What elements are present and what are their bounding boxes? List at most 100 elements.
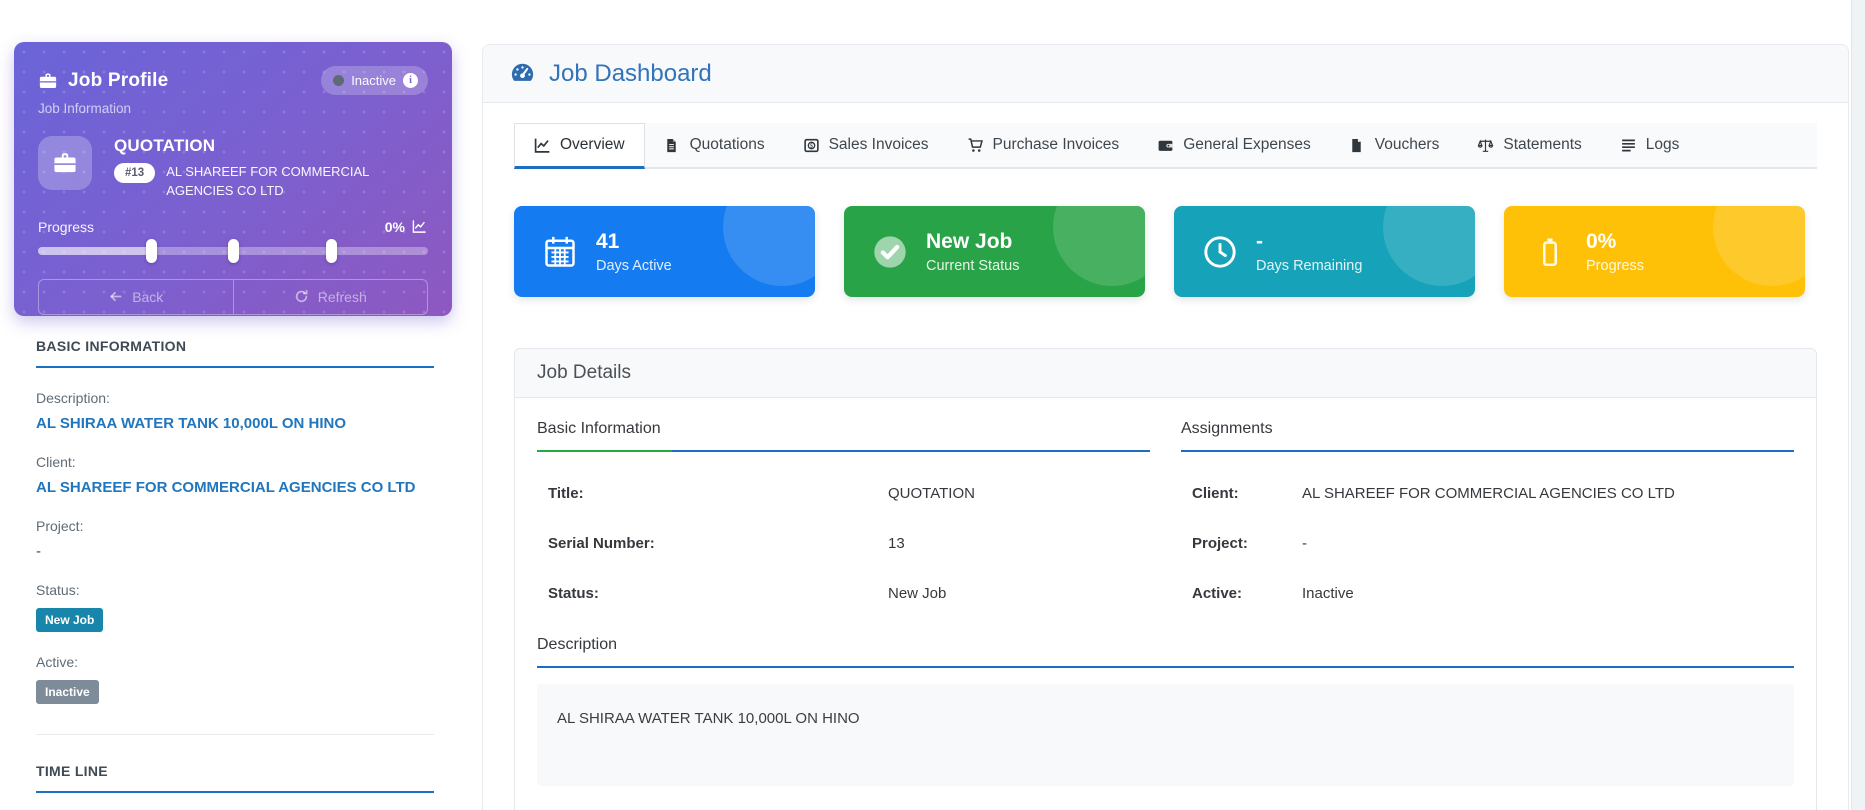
battery-icon (1531, 233, 1569, 271)
basic-information-heading: BASIC INFORMATION (36, 338, 434, 368)
tab-quotations[interactable]: Quotations (645, 123, 784, 167)
slider-handle[interactable] (326, 239, 337, 263)
tab-label: Logs (1646, 136, 1680, 154)
detail-value: 13 (888, 535, 905, 552)
list-icon (1620, 137, 1637, 154)
description-label: Description: (36, 390, 434, 406)
tab-bar: Overview Quotations $ Sales Invoices Pur… (514, 123, 1817, 169)
status-badge: New Job (36, 608, 103, 632)
clock-icon (1201, 233, 1239, 271)
dashboard-gauge-icon (509, 60, 536, 87)
project-label: Project: (36, 518, 434, 534)
refresh-button[interactable]: Refresh (233, 279, 429, 315)
section-underline (1181, 450, 1794, 452)
detail-label: Title: (548, 485, 888, 502)
timeline-heading: TIME LINE (36, 763, 434, 793)
info-icon[interactable]: i (403, 73, 418, 88)
scrollbar[interactable] (1851, 0, 1865, 810)
client-link[interactable]: AL SHAREEF FOR COMMERCIAL AGENCIES CO LT… (36, 479, 434, 496)
detail-value: QUOTATION (888, 485, 975, 502)
tab-statements[interactable]: Statements (1458, 123, 1600, 167)
sidebar-divider (36, 734, 434, 735)
job-serial-pill: #13 (114, 163, 155, 183)
app-root: Job Profile Inactive i Job Information Q… (0, 0, 1865, 810)
inactive-status-pill: Inactive i (321, 66, 428, 95)
detail-row: Title: QUOTATION (537, 485, 1150, 502)
arrow-left-icon (108, 289, 123, 304)
detail-row: Status: New Job (537, 585, 1150, 602)
detail-label: Project: (1192, 535, 1302, 552)
stat-value: 0% (1586, 230, 1644, 254)
detail-value: Inactive (1302, 585, 1354, 602)
basic-information-section-heading: Basic Information (537, 420, 1150, 450)
detail-label: Client: (1192, 485, 1302, 502)
job-details-panel-title: Job Details (515, 349, 1816, 398)
stat-label: Progress (1586, 258, 1644, 274)
tab-label: Overview (560, 136, 625, 154)
assignments-section-heading: Assignments (1181, 420, 1794, 450)
tab-purchase-invoices[interactable]: Purchase Invoices (948, 123, 1139, 167)
cart-icon (967, 137, 984, 154)
job-avatar (38, 136, 92, 190)
progress-slider[interactable] (38, 247, 428, 255)
detail-value: - (1302, 535, 1307, 552)
stat-cards-row: 41 Days Active New Job Current Status (514, 206, 1817, 297)
tab-label: Vouchers (1375, 136, 1440, 154)
status-dot-icon (333, 75, 344, 86)
job-details-panel: Job Details Basic Information Title: QUO… (514, 348, 1817, 810)
svg-text:$: $ (809, 143, 813, 149)
tab-label: Sales Invoices (829, 136, 929, 154)
job-client-name: AL SHAREEF FOR COMMERCIAL AGENCIES CO LT… (166, 163, 428, 201)
stat-label: Days Active (596, 258, 672, 274)
detail-row: Serial Number: 13 (537, 535, 1150, 552)
tab-sales-invoices[interactable]: $ Sales Invoices (784, 123, 948, 167)
stat-value: - (1256, 230, 1362, 254)
balance-scale-icon (1477, 137, 1494, 154)
tab-overview[interactable]: Overview (514, 123, 645, 169)
refresh-icon (294, 289, 309, 304)
decorative-circle (1713, 206, 1805, 286)
stat-card-days-active: 41 Days Active (514, 206, 815, 297)
job-title: QUOTATION (114, 136, 428, 156)
tab-label: Purchase Invoices (993, 136, 1120, 154)
voucher-icon (1349, 137, 1366, 154)
briefcase-icon (38, 71, 58, 91)
tab-logs[interactable]: Logs (1601, 123, 1699, 167)
decorative-circle (723, 206, 815, 286)
description-box: AL SHIRAA WATER TANK 10,000L ON HINO (537, 684, 1794, 786)
detail-label: Status: (548, 585, 888, 602)
section-underline (537, 450, 1150, 452)
check-circle-icon (871, 233, 909, 271)
assignments-column: Assignments Client: AL SHAREEF FOR COMME… (1181, 420, 1794, 602)
description-section-heading: Description (537, 636, 1794, 666)
basic-information-column: Basic Information Title: QUOTATION Seria… (537, 420, 1150, 602)
decorative-circle (1053, 206, 1145, 286)
back-button[interactable]: Back (38, 279, 233, 315)
tab-label: Statements (1503, 136, 1581, 154)
decorative-circle (1383, 206, 1475, 286)
tab-label: Quotations (690, 136, 765, 154)
active-label: Active: (36, 654, 434, 670)
calendar-icon (541, 233, 579, 271)
status-label: Status: (36, 582, 434, 598)
profile-card-subtitle: Job Information (38, 101, 428, 116)
stat-value: New Job (926, 230, 1020, 254)
chart-line-icon (411, 219, 428, 234)
progress-label: Progress (38, 219, 94, 235)
slider-handle[interactable] (228, 239, 239, 263)
stat-value: 41 (596, 230, 672, 254)
detail-row: Active: Inactive (1181, 585, 1794, 602)
refresh-button-label: Refresh (318, 289, 367, 305)
invoice-dollar-icon: $ (803, 137, 820, 154)
description-link[interactable]: AL SHIRAA WATER TANK 10,000L ON HINO (36, 415, 434, 432)
wallet-icon (1157, 137, 1174, 154)
detail-label: Active: (1192, 585, 1302, 602)
progress-slider-fill (38, 247, 151, 255)
slider-handle[interactable] (146, 239, 157, 263)
tab-vouchers[interactable]: Vouchers (1330, 123, 1459, 167)
stat-label: Current Status (926, 258, 1020, 274)
page-title: Job Dashboard (549, 60, 712, 88)
tab-general-expenses[interactable]: General Expenses (1138, 123, 1330, 167)
profile-card-title: Job Profile (68, 70, 168, 92)
detail-value: New Job (888, 585, 946, 602)
